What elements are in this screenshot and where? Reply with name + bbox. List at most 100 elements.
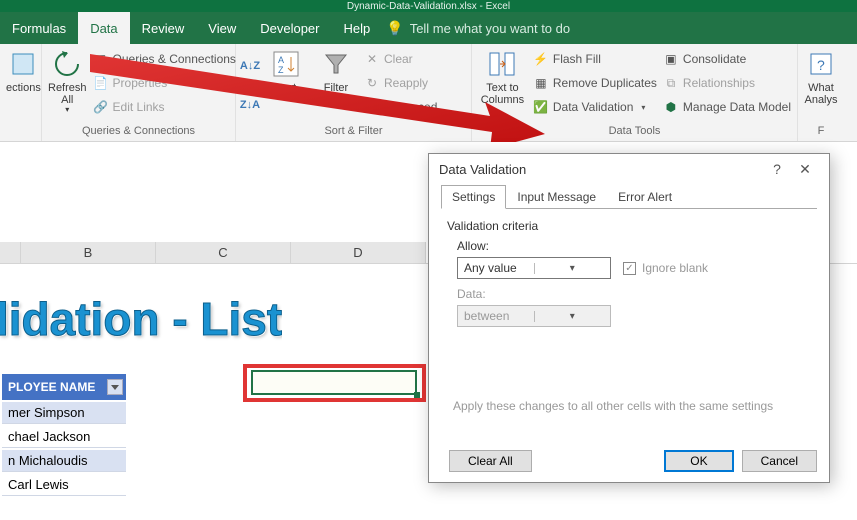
button-reapply[interactable]: ↻ Reapply [364,72,437,94]
data-model-icon: ⬢ [663,99,679,115]
tellme-box[interactable]: Tell me what you want to do [410,21,570,36]
group-sort-filter: A↓Z Z↓A AZ Sort Filter ✕ [236,44,472,141]
checkbox-icon: ✓ [623,262,636,275]
queries-icon: ▦ [93,51,109,67]
tab-developer[interactable]: Developer [248,12,331,44]
button-sort-az[interactable]: A↓Z [242,55,258,77]
refresh-icon [51,48,83,80]
data-label: Data: [457,287,811,301]
clear-icon: ✕ [364,51,380,67]
ok-button[interactable]: OK [664,450,733,472]
button-queries-connections[interactable]: ▦ Queries & Connections [93,48,236,70]
group-label-datatools: Data Tools [478,123,791,141]
button-text-to-columns[interactable]: Text to Columns [478,48,527,123]
dlgtab-error-alert[interactable]: Error Alert [607,185,683,209]
ribbon: ections Refresh All▾ ▦ Queries & Connect… [0,44,857,142]
group-queries-connections: Refresh All▾ ▦ Queries & Connections 📄 P… [42,44,236,141]
fill-handle[interactable] [414,392,420,398]
colhdr-d[interactable]: D [291,242,426,263]
worksheet-title: lidation - List [0,272,282,376]
colhdr-gutter[interactable] [0,242,21,263]
chevron-down-icon: ▾ [534,311,611,322]
svg-text:A: A [278,55,284,65]
group-forecast: ? What Analys F [798,44,844,141]
allow-combobox[interactable]: Any value ▾ [457,257,611,279]
group-get-data: ections [0,44,42,141]
dlgtab-input-message[interactable]: Input Message [506,185,607,209]
tab-data[interactable]: Data [78,12,129,44]
properties-icon: 📄 [93,75,109,91]
whatif-icon: ? [805,48,837,80]
data-combobox: between ▾ [457,305,611,327]
data-value: between [458,309,534,323]
data-validation-icon: ✅ [533,99,549,115]
svg-text:?: ? [817,57,825,73]
sort-za-icon: Z↓A [242,97,258,113]
tab-help[interactable]: Help [332,12,383,44]
close-button[interactable]: ✕ [791,161,819,178]
label-ections: ections [6,82,41,94]
clear-all-button[interactable]: Clear All [449,450,532,472]
button-sort-za[interactable]: Z↓A [242,94,258,116]
apply-changes-checkbox: Apply these changes to all other cells w… [447,399,811,413]
allow-label: Allow: [457,239,811,253]
database-icon [7,48,39,80]
button-relationships[interactable]: ⧉ Relationships [663,72,791,94]
group-label-queries: Queries & Connections [48,123,229,141]
active-cell[interactable] [251,370,417,395]
help-button[interactable]: ? [763,161,791,177]
dialog-titlebar[interactable]: Data Validation ? ✕ [429,154,829,184]
flash-fill-icon: ⚡ [533,51,549,67]
button-refresh-all[interactable]: Refresh All▾ [48,48,87,123]
button-whatif-analysis[interactable]: ? What Analys [804,48,838,123]
consolidate-icon: ▣ [663,51,679,67]
lightbulb-icon: 💡 [386,20,403,37]
group-label-sortfilter: Sort & Filter [242,123,465,141]
window-title: Dynamic-Data-Validation.xlsx - Excel [347,1,510,12]
button-clear[interactable]: ✕ Clear [364,48,437,70]
table-row[interactable]: Carl Lewis [2,474,126,496]
group-data-tools: Text to Columns ⚡ Flash Fill ▦ Remove Du… [472,44,798,141]
selected-cell-highlight [243,364,426,402]
relationships-icon: ⧉ [663,75,679,91]
button-partial-left[interactable]: ections [6,48,41,123]
colhdr-b[interactable]: B [21,242,156,263]
button-sort[interactable]: AZ Sort [264,48,308,123]
button-data-validation[interactable]: ✅ Data Validation ▾ [533,96,657,118]
links-icon: 🔗 [93,99,109,115]
svg-text:Z: Z [278,65,284,75]
tab-formulas[interactable]: Formulas [0,12,78,44]
advanced-filter-icon: ▼ [364,99,380,115]
button-properties[interactable]: 📄 Properties [93,72,236,94]
ignore-blank-checkbox[interactable]: ✓ Ignore blank [623,261,708,275]
data-validation-dialog: Data Validation ? ✕ Settings Input Messa… [428,153,830,483]
button-filter[interactable]: Filter [314,48,358,123]
button-consolidate[interactable]: ▣ Consolidate [663,48,791,70]
filter-dropdown-icon[interactable] [107,379,123,395]
tab-view[interactable]: View [196,12,248,44]
sort-az-icon: A↓Z [242,58,258,74]
employee-table: PLOYEE NAME mer Simpson chael Jackson n … [0,372,128,498]
button-advanced[interactable]: ▼ Advanced [364,96,437,118]
table-header-employee[interactable]: PLOYEE NAME [2,374,126,400]
remove-duplicates-icon: ▦ [533,75,549,91]
window-titlebar: Dynamic-Data-Validation.xlsx - Excel [0,0,857,12]
ribbon-tabs: Formulas Data Review View Developer Help… [0,12,857,44]
table-row[interactable]: mer Simpson [2,402,126,424]
sort-icon: AZ [270,48,302,80]
dlgtab-settings[interactable]: Settings [441,185,506,209]
table-row[interactable]: n Michaloudis [2,450,126,472]
tab-review[interactable]: Review [130,12,197,44]
colhdr-c[interactable]: C [156,242,291,263]
allow-value: Any value [458,261,534,275]
button-edit-links[interactable]: 🔗 Edit Links [93,96,236,118]
table-row[interactable]: chael Jackson [2,426,126,448]
chevron-down-icon: ▾ [534,263,611,274]
button-remove-duplicates[interactable]: ▦ Remove Duplicates [533,72,657,94]
button-manage-data-model[interactable]: ⬢ Manage Data Model [663,96,791,118]
cancel-button[interactable]: Cancel [742,450,817,472]
filter-icon [320,48,352,80]
dialog-tabs: Settings Input Message Error Alert [441,184,817,209]
button-flash-fill[interactable]: ⚡ Flash Fill [533,48,657,70]
dialog-title: Data Validation [439,162,526,177]
